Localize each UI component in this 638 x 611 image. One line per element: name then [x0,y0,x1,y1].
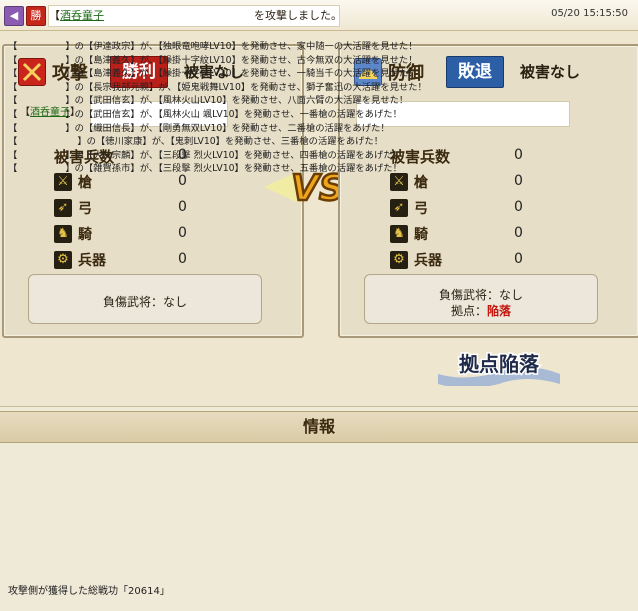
battle-log: 【】の【伊達政宗】が、【独眼竜咆哮LV10】を発動させ、家中随一の大活躍を見せた… [8,40,634,176]
bow-icon: ➶ [390,199,408,217]
defense-unit-row: ⚙ 兵器 0 [390,250,590,276]
unit-value: 0 [178,225,187,241]
top-bar: ◀ 勝 【酒呑童子 を攻撃しました。 05/20 15:15:50 [0,0,638,31]
log-text: 】の【武田信玄】が、【風林火山LV10】を発動させ、八面六臂の大活躍を見せた！ [65,95,409,107]
back-arrow-icon[interactable]: ◀ [4,6,24,26]
log-text: 】の【島津義久】が、【繰掛十字紋LV10】を発動させ、古今無双の大活躍を見せた！ [65,54,418,66]
attack-injured: 負傷武将：なし [102,295,187,309]
log-text: 】の【長宗我部元親】が、【姫鬼戦舞LV10】を発動させ、獅子奮迅の大活躍を見せた… [65,81,427,93]
defense-injury-box: 負傷武将：なし 拠点：陥落 [364,274,598,324]
horse-icon: ♞ [390,225,408,243]
bow-icon: ➶ [54,199,72,217]
info-section: 情報 [0,406,638,611]
message-suffix: を攻撃しました。 [254,9,340,22]
log-line: 【】の【武田信玄】が、【風林火山LV10】を発動させ、八面六臂の大活躍を見せた！ [8,95,409,107]
unit-label: 弓 [414,201,428,217]
log-line: 【】の【武田信玄】が、【風林火山 颯LV10】を発動させ、一番槍の活躍をあげた！ [8,108,402,120]
unit-label: 騎 [78,227,92,243]
base-status: 陥落 [487,304,512,318]
total-merit: 攻撃側が獲得した総戦功「20614」 [8,586,170,597]
unit-value: 0 [178,251,187,267]
horse-icon: ♞ [54,225,72,243]
log-line: 【】の【徳川家康】が、【鬼刺LV10】を発動させ、三番槍の活躍をあげた！ [8,136,384,148]
defense-unit-row: ♞ 騎 0 [390,224,590,250]
unit-value: 0 [514,225,523,241]
log-line: 【】の【大友宗麟】が、【三段撃 烈火LV10】を発動させ、四番槍の活躍をあげた！ [8,149,402,161]
log-text: 】の【島津義久】が、【繰掛十字紋LV10】を発動させ、一騎当千の大活躍を見せた！ [65,68,418,80]
log-text: 】の【武田信玄】が、【風林火山 颯LV10】を発動させ、一番槍の活躍をあげた！ [65,108,402,120]
attack-injury-box: 負傷武将：なし [28,274,262,324]
unit-label: 兵器 [78,253,106,269]
unit-value: 0 [514,251,523,267]
log-text: 】の【伊達政宗】が、【独眼竜咆哮LV10】を発動させ、家中随一の大活躍を見せた！ [65,41,418,52]
attack-unit-row: ➶ 弓 0 [54,198,254,224]
weapon-icon: ⚙ [390,251,408,269]
base-status-line: 拠点：陥落 [365,302,597,319]
unit-value: 0 [178,199,187,215]
timestamp: 05/20 15:15:50 [551,8,628,19]
defense-injured: 負傷武将：なし [438,288,523,302]
attack-unit-row: ⚙ 兵器 0 [54,250,254,276]
unit-label: 弓 [78,201,92,217]
message-prefix: 【 [49,9,60,22]
log-line: 【】の【伊達政宗】が、【独眼竜咆哮LV10】を発動させ、家中随一の大活躍を見せた… [8,41,418,52]
log-text: 】の【織田信長】が、【剛勇無双LV10】を発動させ、二番槍の活躍をあげた！ [65,122,390,134]
log-line: 【】の【島津義久】が、【繰掛十字紋LV10】を発動させ、古今無双の大活躍を見せた… [8,54,418,66]
win-badge: 勝 [26,6,46,26]
message-player-link[interactable]: 酒呑童子 [60,9,104,22]
log-line: 【】の【織田信長】が、【剛勇無双LV10】を発動させ、二番槍の活躍をあげた！ [8,122,390,134]
attack-unit-row: ♞ 騎 0 [54,224,254,250]
weapon-icon: ⚙ [54,251,72,269]
log-text: 】の【雑賀孫市】が、【三段撃 烈火LV10】を発動させ、五番槍の活躍をあげた！ [65,163,402,175]
unit-value: 0 [514,199,523,215]
log-line: 【】の【雑賀孫市】が、【三段撃 烈火LV10】を発動させ、五番槍の活躍をあげた！ [8,163,402,175]
info-title: 情報 [0,411,638,443]
unit-label: 兵器 [414,253,442,269]
base-label: 拠点： [450,304,487,318]
log-line: 【】の【長宗我部元親】が、【姫鬼戦舞LV10】を発動させ、獅子奮迅の大活躍を見せ… [8,81,427,93]
log-text: 】の【徳川家康】が、【鬼刺LV10】を発動させ、三番槍の活躍をあげた！ [77,136,384,148]
base-fallen-banner: 拠点陥落 [436,344,562,388]
log-line: 【】の【島津義久】が、【繰掛十字紋LV10】を発動させ、一騎当千の大活躍を見せた… [8,68,418,80]
log-text: 】の【大友宗麟】が、【三段撃 烈火LV10】を発動させ、四番槍の活躍をあげた！ [65,149,402,161]
base-fallen-text: 拠点陥落 [459,352,540,376]
battle-message: 【酒呑童子 を攻撃しました。 [48,5,340,27]
defense-unit-row: ➶ 弓 0 [390,198,590,224]
unit-label: 騎 [414,227,428,243]
